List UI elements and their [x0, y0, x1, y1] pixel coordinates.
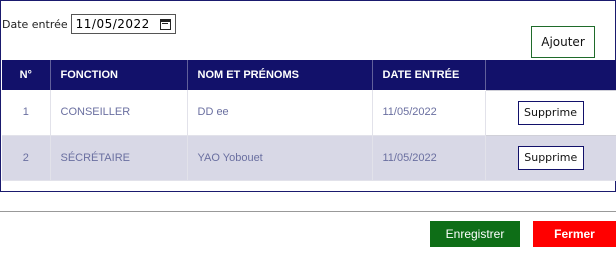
header-actions: [485, 60, 616, 90]
header-fonction: FONCTION: [50, 60, 188, 90]
cell-fonction: SÉCRÉTAIRE: [50, 135, 188, 181]
cell-action: Supprime: [485, 135, 616, 181]
delete-button[interactable]: Supprime: [517, 100, 584, 125]
delete-button[interactable]: Supprime: [517, 145, 584, 170]
header-nom: NOM ET PRÉNOMS: [187, 60, 373, 90]
close-button[interactable]: Fermer: [533, 221, 616, 247]
header-num: N°: [2, 60, 51, 90]
date-entry-value: 11/05/2022: [75, 17, 150, 31]
cell-num: 1: [2, 90, 51, 136]
cell-date: 11/05/2022: [372, 90, 486, 136]
date-entry-input[interactable]: 11/05/2022: [70, 14, 176, 34]
table-row: 2 SÉCRÉTAIRE YAO Yobouet 11/05/2022 Supp…: [2, 135, 616, 181]
table-row: 1 CONSEILLER DD ee 11/05/2022 Supprime: [2, 89, 616, 136]
save-button[interactable]: Enregistrer: [430, 221, 520, 247]
date-filter: Date entrée 11/05/2022: [2, 14, 176, 34]
add-button[interactable]: Ajouter: [531, 26, 595, 58]
cell-action: Supprime: [484, 89, 616, 136]
footer-divider: [0, 211, 616, 212]
cell-date: 11/05/2022: [372, 135, 486, 181]
cell-nom: DD ee: [187, 90, 373, 136]
date-entry-label: Date entrée: [2, 17, 68, 31]
table-header-row: N° FONCTION NOM ET PRÉNOMS DATE ENTRÉE: [2, 60, 616, 90]
calendar-icon[interactable]: [159, 18, 171, 30]
header-date: DATE ENTRÉE: [372, 60, 486, 90]
cell-num: 2: [2, 135, 51, 181]
cell-fonction: CONSEILLER: [50, 90, 188, 136]
staff-table: N° FONCTION NOM ET PRÉNOMS DATE ENTRÉE 1…: [2, 60, 616, 181]
cell-nom: YAO Yobouet: [187, 135, 373, 181]
staff-panel: Date entrée 11/05/2022 Ajouter N° FONCTI…: [0, 0, 616, 192]
